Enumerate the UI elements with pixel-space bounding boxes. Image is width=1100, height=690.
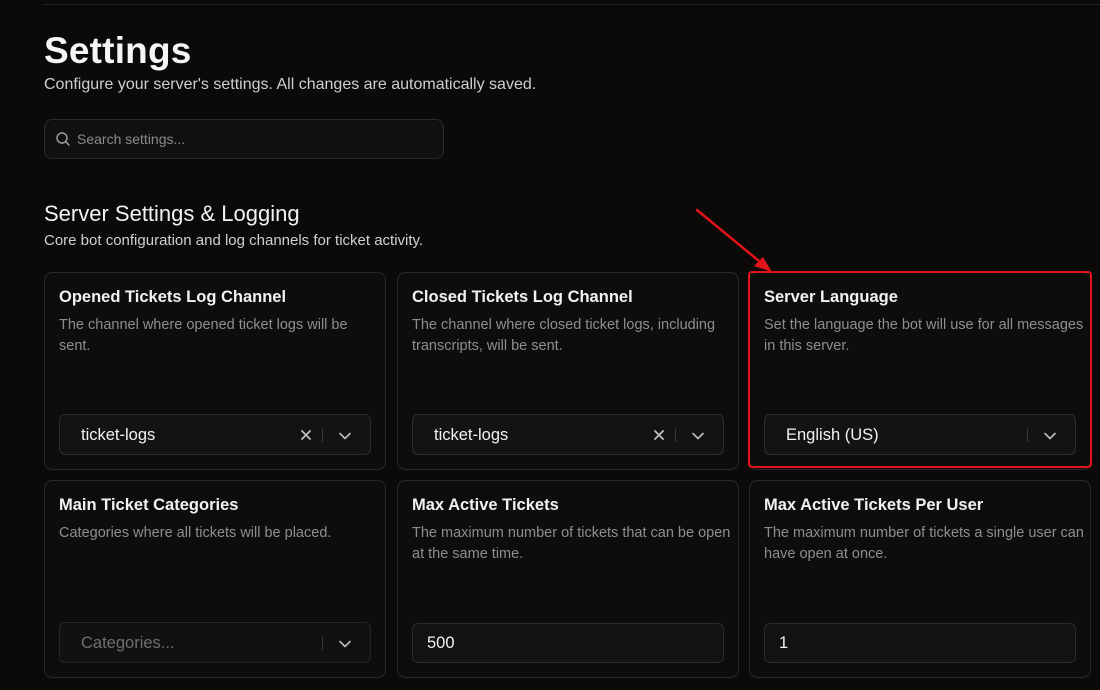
ticket-categories-select[interactable]: Categories... [59, 622, 371, 663]
clear-icon[interactable] [299, 426, 313, 444]
max-active-tickets-input[interactable] [412, 623, 724, 663]
server-language-select[interactable]: English (US) [764, 414, 1076, 455]
card-title: Main Ticket Categories [59, 496, 239, 514]
card-description: The channel where opened ticket logs wil… [59, 317, 348, 354]
card-closed-tickets-log-channel: Closed Tickets Log Channel The channel w… [397, 272, 739, 470]
opened-log-channel-select[interactable]: ticket-logs [59, 414, 371, 455]
card-title: Closed Tickets Log Channel [412, 288, 633, 306]
chevron-down-icon[interactable] [337, 428, 353, 444]
select-value: ticket-logs [81, 426, 156, 444]
card-description: The maximum number of tickets that can b… [412, 525, 731, 562]
card-server-language: Server Language Set the language the bot… [749, 272, 1091, 470]
closed-log-channel-select[interactable]: ticket-logs [412, 414, 724, 455]
search-box[interactable] [44, 119, 444, 159]
clear-icon[interactable] [652, 426, 666, 444]
select-separator [1027, 428, 1028, 442]
page-subtitle: Configure your server's settings. All ch… [44, 76, 537, 93]
card-description: Categories where all tickets will be pla… [59, 525, 332, 541]
max-tickets-per-user-input[interactable] [764, 623, 1076, 663]
card-title: Max Active Tickets [412, 496, 559, 514]
chevron-down-icon[interactable] [1042, 428, 1058, 444]
settings-page: Settings Configure your server's setting… [0, 0, 1100, 690]
select-value: English (US) [786, 426, 879, 444]
chevron-down-icon[interactable] [337, 636, 353, 652]
section-title: Server Settings & Logging [44, 201, 300, 226]
search-icon [56, 132, 70, 146]
select-separator [322, 636, 323, 650]
card-max-active-tickets: Max Active Tickets The maximum number of… [397, 480, 739, 678]
select-separator [675, 428, 676, 442]
section-description: Core bot configuration and log channels … [44, 232, 424, 249]
chevron-down-icon[interactable] [690, 428, 706, 444]
select-placeholder: Categories... [81, 634, 175, 652]
card-opened-tickets-log-channel: Opened Tickets Log Channel The channel w… [44, 272, 386, 470]
page-title: Settings [44, 30, 192, 71]
card-title: Opened Tickets Log Channel [59, 288, 287, 306]
select-separator [322, 428, 323, 442]
card-description: The channel where closed ticket logs, in… [412, 317, 716, 354]
card-title: Server Language [764, 288, 898, 306]
select-value: ticket-logs [434, 426, 509, 444]
card-description: The maximum number of tickets a single u… [764, 525, 1084, 562]
card-description: Set the language the bot will use for al… [764, 317, 1084, 354]
search-input[interactable] [71, 120, 443, 158]
card-title: Max Active Tickets Per User [764, 496, 984, 514]
top-divider [44, 4, 1100, 5]
card-main-ticket-categories: Main Ticket Categories Categories where … [44, 480, 386, 678]
card-max-active-tickets-per-user: Max Active Tickets Per User The maximum … [749, 480, 1091, 678]
